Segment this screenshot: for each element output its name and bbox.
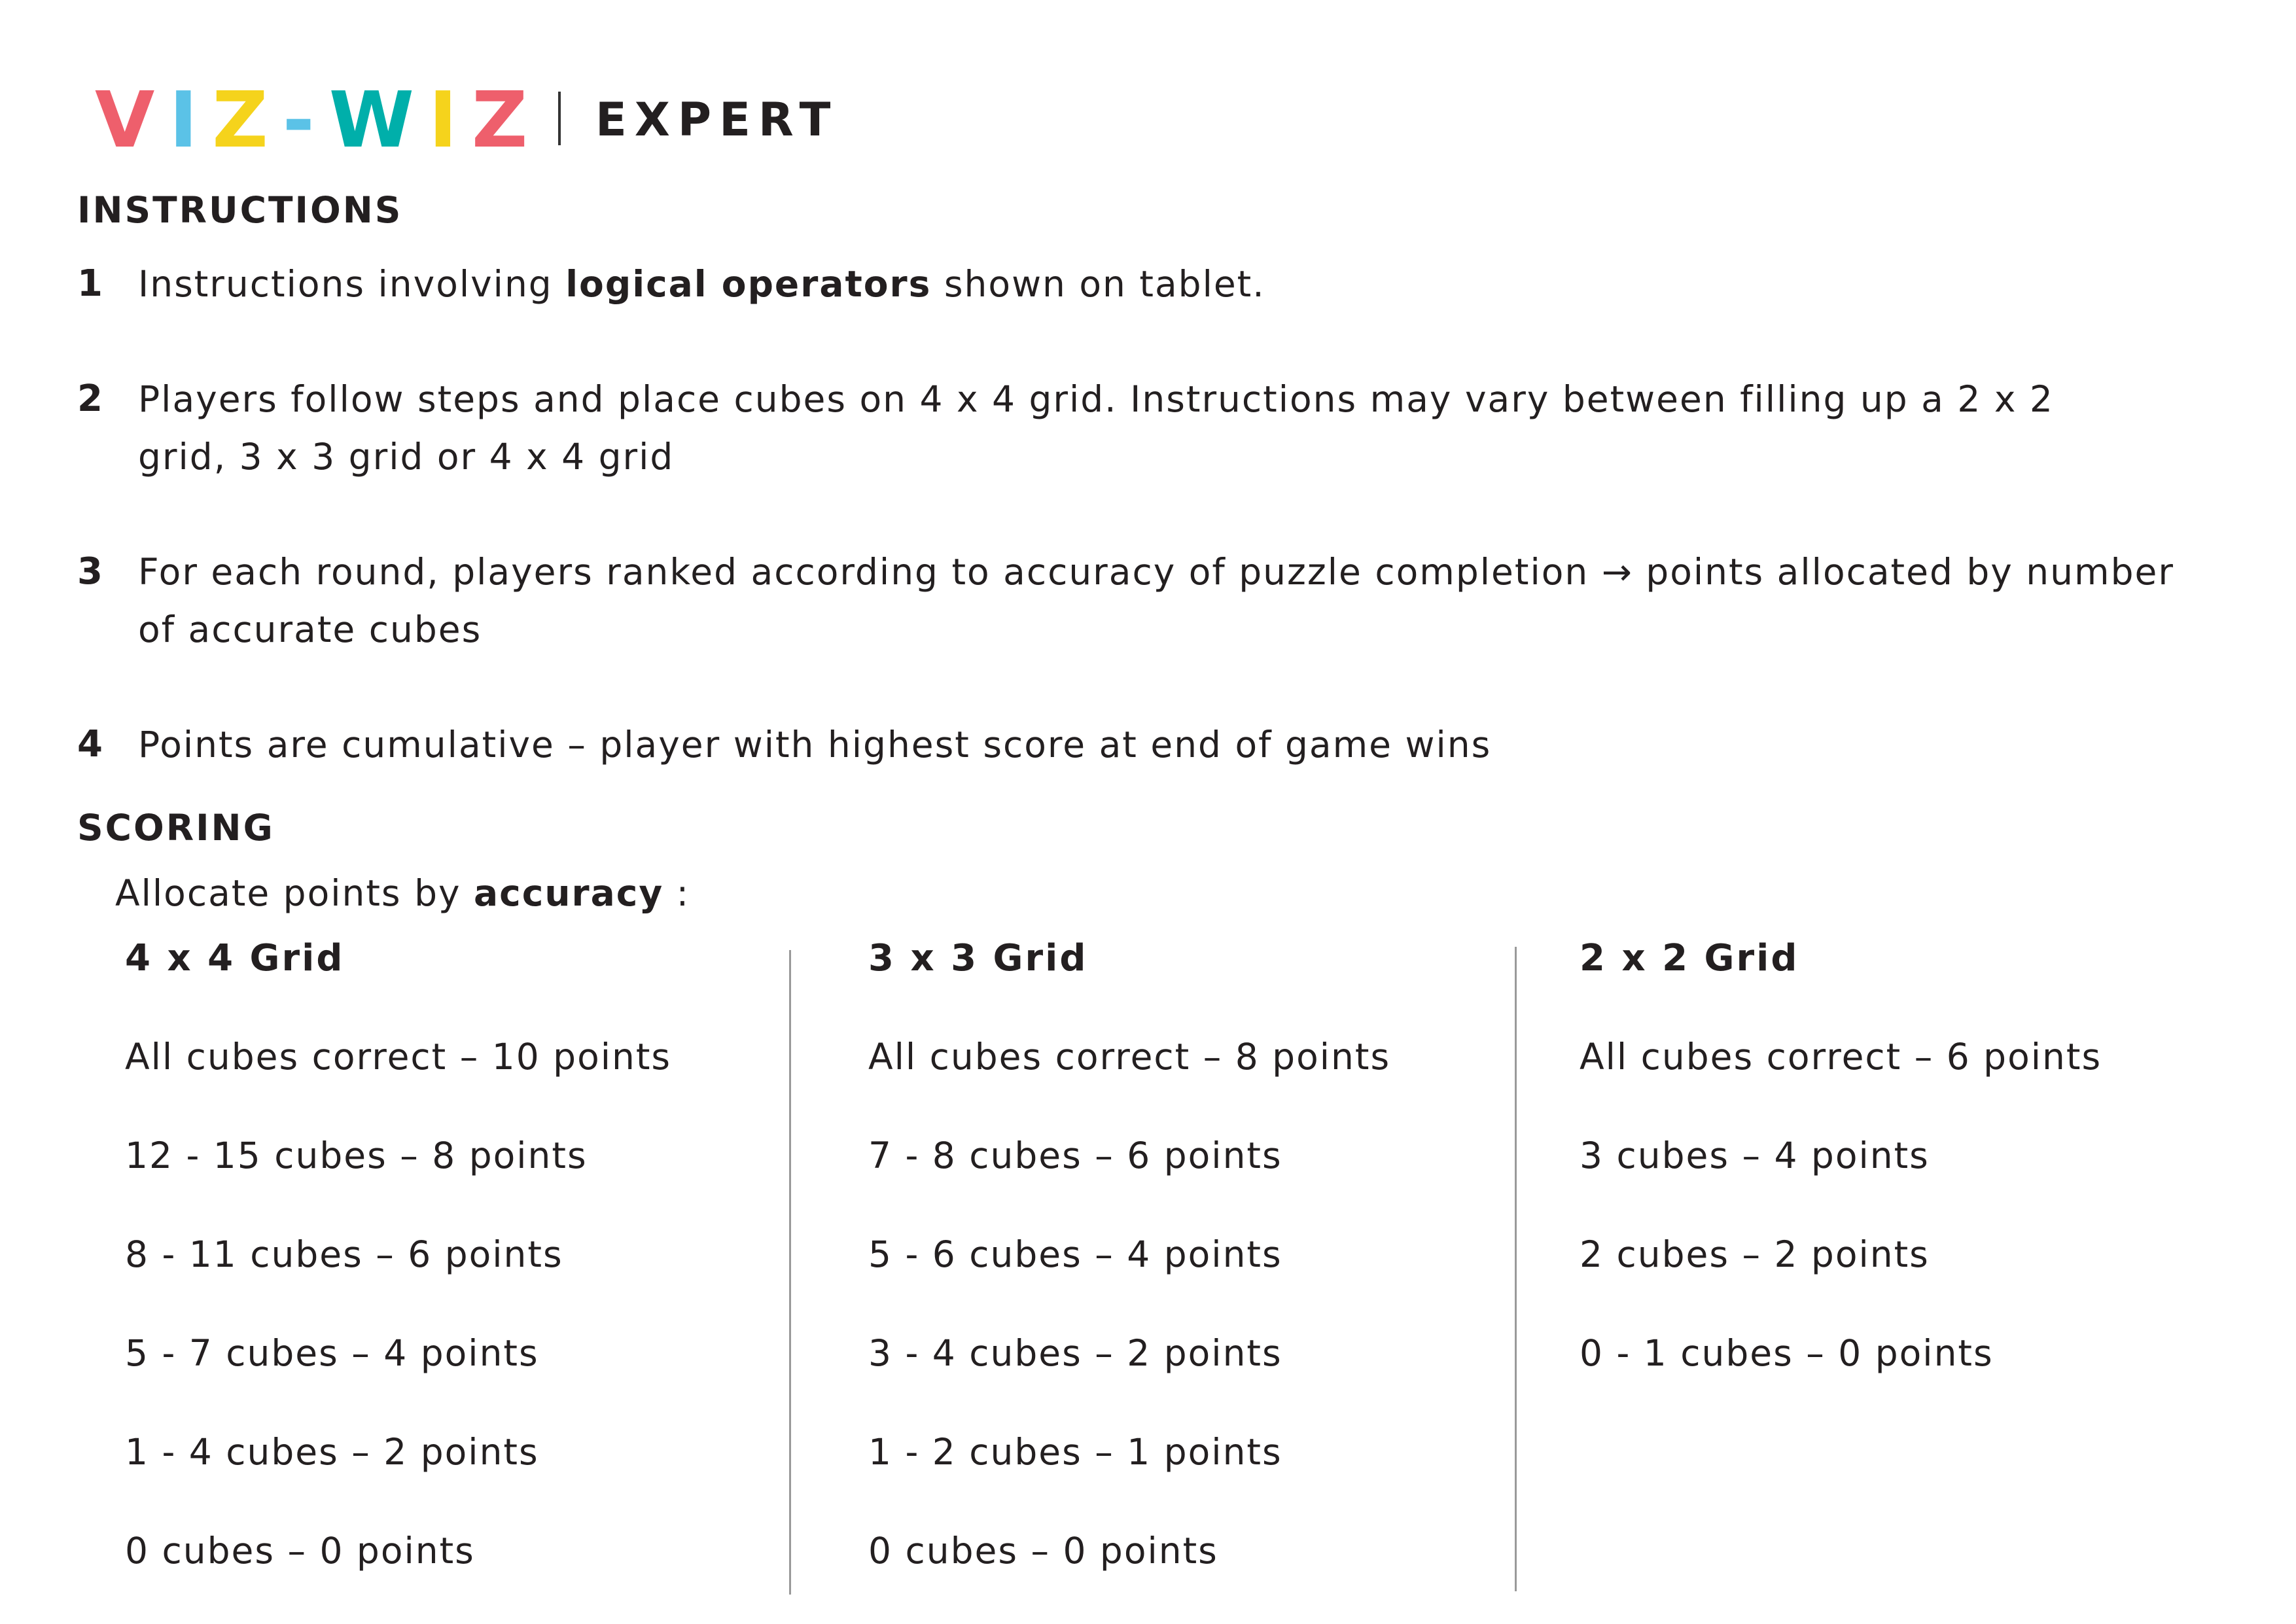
logo-letter: Z [212, 75, 283, 165]
logo-letter: Z [471, 75, 542, 165]
column-divider [1515, 947, 1517, 1591]
score-row: 2 cubes – 2 points [1580, 1233, 1930, 1275]
scoring-column-4x4: 4 x 4 Grid All cubes correct – 10 points… [125, 932, 670, 1572]
score-row: 3 - 4 cubes – 2 points [868, 1332, 1282, 1374]
score-row: All cubes correct – 6 points [1580, 1036, 2102, 1078]
score-row: All cubes correct – 8 points [868, 1036, 1391, 1078]
step-text-part: shown on tablet. [931, 263, 1265, 305]
logo-letter: - [282, 75, 329, 165]
header-divider [558, 92, 561, 145]
step-number: 2 [77, 378, 103, 420]
step-text: Points are cumulative – player with high… [138, 716, 2219, 773]
step-text: Players follow steps and place cubes on … [138, 370, 2101, 485]
logo-letter: V [95, 75, 169, 165]
step-text-part: For each round, players ranked according… [138, 551, 2174, 650]
score-row: 5 - 7 cubes – 4 points [125, 1332, 539, 1374]
logo-letter: W [328, 75, 429, 165]
allocate-prefix: Allocate points by [115, 872, 474, 914]
viz-wiz-logo: VIZ-WIZ [95, 77, 542, 162]
step-text: For each round, players ranked according… [138, 543, 2219, 658]
step-number: 3 [77, 550, 103, 593]
logo-letter: I [428, 75, 472, 165]
scoring-column-3x3: 3 x 3 Grid All cubes correct – 8 points … [868, 932, 1389, 1572]
allocate-suffix: : [663, 872, 690, 914]
score-row: 5 - 6 cubes – 4 points [868, 1233, 1282, 1275]
score-row: 1 - 2 cubes – 1 points [868, 1431, 1282, 1473]
column-title: 4 x 4 Grid [125, 937, 345, 980]
scoring-column-2x2: 2 x 2 Grid All cubes correct – 6 points … [1580, 932, 2100, 1374]
step-text-part: Instructions involving [138, 263, 566, 305]
step-text-part: Players follow steps and place cubes on … [138, 378, 2054, 478]
column-divider [789, 950, 791, 1595]
logo-letter: I [169, 75, 213, 165]
score-row: 1 - 4 cubes – 2 points [125, 1431, 539, 1473]
column-title: 3 x 3 Grid [868, 937, 1088, 980]
scoring-heading: SCORING [77, 807, 275, 849]
score-row: 12 - 15 cubes – 8 points [125, 1135, 588, 1176]
level-title: EXPERT [595, 93, 839, 147]
score-row: 8 - 11 cubes – 6 points [125, 1233, 563, 1275]
score-row: 3 cubes – 4 points [1580, 1135, 1930, 1176]
step-text-bold: logical operators [565, 263, 932, 305]
allocate-line: Allocate points by accuracy : [115, 867, 690, 919]
score-row: 0 cubes – 0 points [125, 1530, 475, 1572]
allocate-bold: accuracy [474, 872, 664, 914]
score-row: 0 - 1 cubes – 0 points [1580, 1332, 1994, 1374]
column-title: 2 x 2 Grid [1580, 937, 1799, 980]
score-row: All cubes correct – 10 points [125, 1036, 672, 1078]
step-number: 1 [77, 262, 103, 305]
instructions-heading: INSTRUCTIONS [77, 189, 403, 231]
step-text: Instructions involving logical operators… [138, 255, 2219, 313]
step-number: 4 [77, 723, 103, 766]
score-row: 7 - 8 cubes – 6 points [868, 1135, 1282, 1176]
score-row: 0 cubes – 0 points [868, 1530, 1218, 1572]
step-text-part: Points are cumulative – player with high… [138, 724, 1492, 766]
